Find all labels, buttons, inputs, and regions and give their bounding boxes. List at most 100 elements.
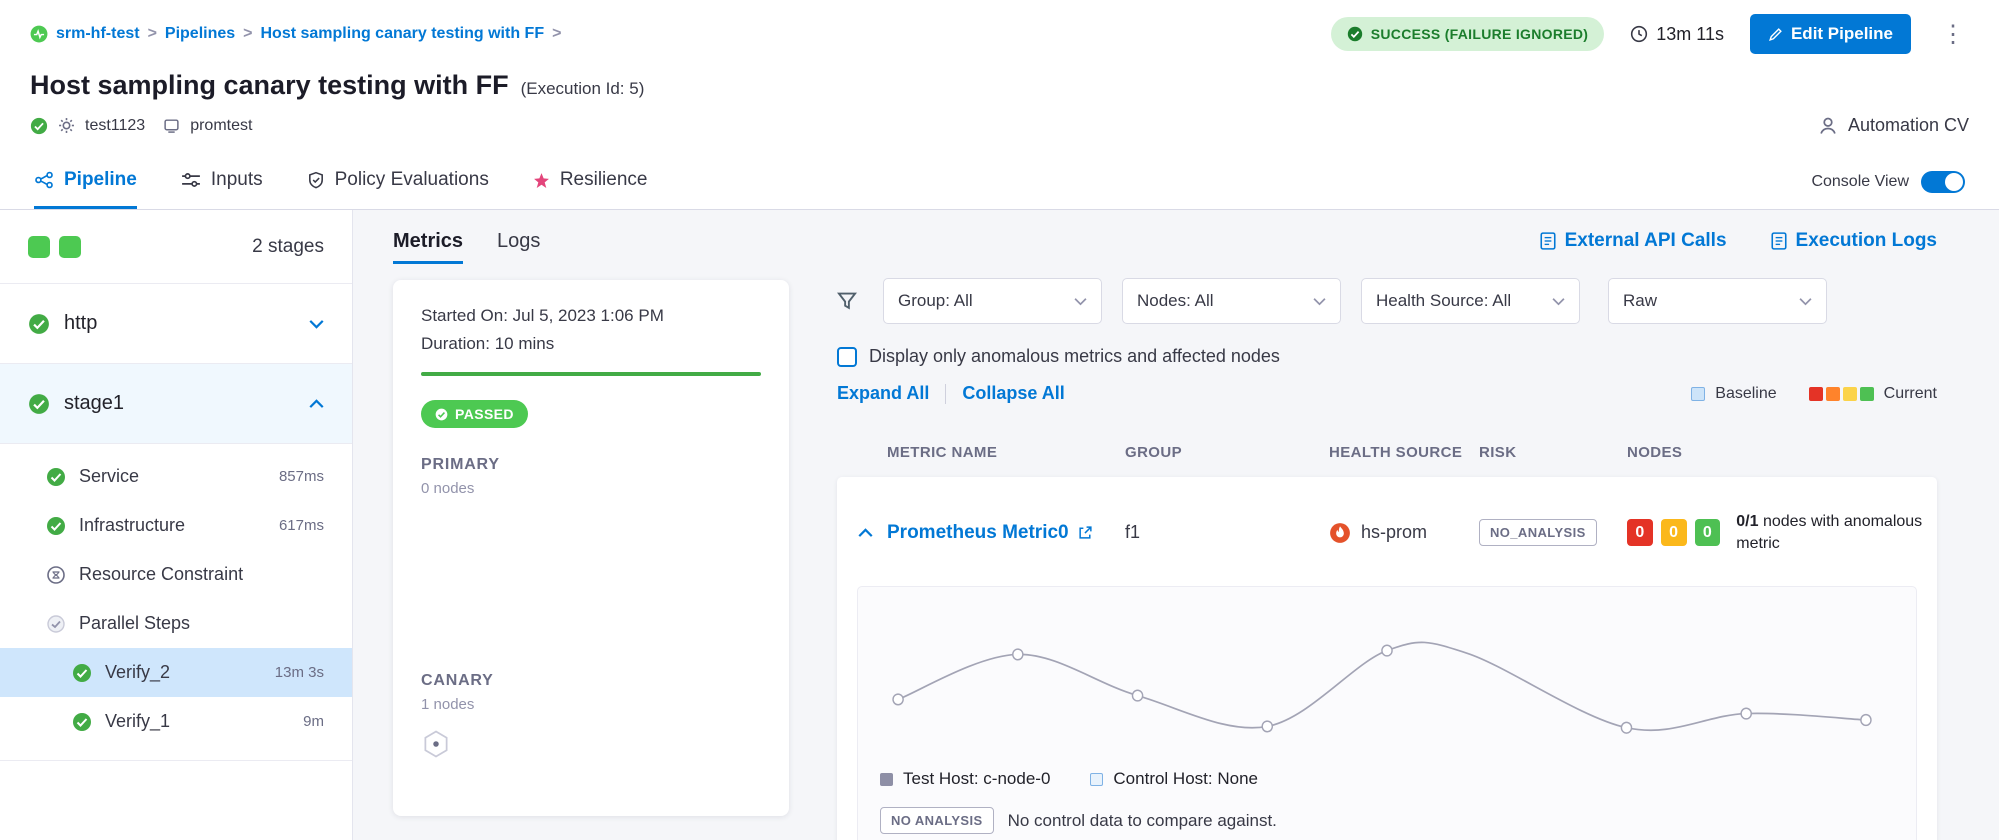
filter-funnel-icon[interactable] bbox=[837, 291, 857, 311]
step-duration: 13m 3s bbox=[275, 664, 324, 681]
stage-stage1-label: stage1 bbox=[64, 392, 124, 415]
project-icon bbox=[30, 25, 48, 43]
triggered-by: Automation CV bbox=[1818, 115, 1969, 136]
col-risk[interactable]: RISK bbox=[1479, 444, 1627, 461]
metric-health-source: hs-prom bbox=[1329, 522, 1479, 544]
console-view-label: Console View bbox=[1811, 173, 1909, 191]
success-check-icon bbox=[72, 663, 92, 683]
check-icon bbox=[435, 408, 448, 421]
baseline-label: Baseline bbox=[1715, 385, 1776, 403]
node-count-yellow: 0 bbox=[1661, 519, 1687, 546]
chevron-down-icon[interactable] bbox=[309, 319, 324, 329]
tab-pipeline[interactable]: Pipeline bbox=[34, 154, 137, 209]
collapse-all-link[interactable]: Collapse All bbox=[962, 383, 1064, 404]
metrics-table-header: METRIC NAME GROUP HEALTH SOURCE RISK NOD… bbox=[837, 444, 1937, 461]
success-check-icon bbox=[72, 712, 92, 732]
pencil-icon bbox=[1768, 27, 1783, 42]
node-count-red: 0 bbox=[1627, 519, 1653, 546]
chart-point bbox=[1382, 645, 1392, 656]
api-calls-icon bbox=[1540, 232, 1556, 250]
stage-row-stage1[interactable]: stage1 bbox=[0, 364, 352, 444]
anomalous-checkbox[interactable] bbox=[837, 347, 857, 367]
chart-point bbox=[1741, 708, 1751, 719]
step-row-resource-constraint[interactable]: Resource Constraint bbox=[0, 550, 352, 599]
tab-metrics[interactable]: Metrics bbox=[393, 230, 463, 264]
col-metric-name[interactable]: METRIC NAME bbox=[887, 444, 1125, 461]
edit-pipeline-label: Edit Pipeline bbox=[1791, 24, 1893, 44]
stage-count: 2 stages bbox=[252, 236, 324, 258]
success-check-icon bbox=[28, 313, 50, 335]
stage-summary: 2 stages bbox=[0, 210, 352, 284]
nav-tabs: Pipeline Inputs Policy Evaluations Resil… bbox=[0, 154, 1999, 210]
execution-logs-label: Execution Logs bbox=[1796, 230, 1937, 252]
collapse-metric-chevron-icon[interactable] bbox=[837, 528, 887, 538]
nodes-filter-select[interactable]: Nodes: All bbox=[1122, 278, 1341, 324]
metric-card: Prometheus Metric0 f1 hs-prom NO_ANALYSI… bbox=[837, 477, 1937, 840]
external-api-calls-link[interactable]: External API Calls bbox=[1540, 230, 1727, 252]
breadcrumb-pipelines[interactable]: Pipelines bbox=[165, 25, 235, 43]
test-host-swatch bbox=[880, 773, 893, 786]
tab-policy-evaluations[interactable]: Policy Evaluations bbox=[307, 154, 489, 209]
breadcrumb-pipeline-name[interactable]: Host sampling canary testing with FF bbox=[261, 25, 545, 43]
console-view-toggle[interactable] bbox=[1921, 171, 1965, 193]
verify-tabs: Metrics Logs bbox=[393, 230, 789, 264]
canary-nodes: 1 nodes bbox=[421, 696, 761, 713]
metric-row: Prometheus Metric0 f1 hs-prom NO_ANALYSI… bbox=[837, 511, 1937, 560]
primary-label: PRIMARY bbox=[421, 456, 761, 474]
health-source-filter-select[interactable]: Health Source: All bbox=[1361, 278, 1580, 324]
anomalous-ratio: 0/1 bbox=[1736, 513, 1758, 530]
artifact-name[interactable]: promtest bbox=[190, 117, 252, 135]
toggle-knob bbox=[1945, 173, 1963, 191]
step-label: Infrastructure bbox=[79, 515, 185, 536]
tab-policy-evaluations-label: Policy Evaluations bbox=[335, 169, 489, 191]
step-row-infrastructure[interactable]: Infrastructure 617ms bbox=[0, 501, 352, 550]
expand-all-link[interactable]: Expand All bbox=[837, 383, 929, 404]
step-label: Resource Constraint bbox=[79, 564, 243, 585]
analysis-panel: External API Calls Execution Logs Group:… bbox=[811, 210, 1999, 840]
passed-badge: PASSED bbox=[421, 400, 528, 428]
edit-pipeline-button[interactable]: Edit Pipeline bbox=[1750, 14, 1911, 54]
resource-constraint-icon bbox=[46, 565, 66, 585]
tab-logs[interactable]: Logs bbox=[497, 230, 540, 264]
step-row-verify-1[interactable]: Verify_1 9m bbox=[0, 697, 352, 746]
data-mode-value: Raw bbox=[1623, 291, 1657, 311]
tab-resilience[interactable]: Resilience bbox=[533, 154, 648, 209]
analysis-row: NO ANALYSIS No control data to compare a… bbox=[880, 807, 1894, 834]
control-host-legend: Control Host: None bbox=[1090, 769, 1258, 789]
step-label: Parallel Steps bbox=[79, 613, 190, 634]
chevron-up-icon[interactable] bbox=[309, 399, 324, 409]
col-nodes[interactable]: NODES bbox=[1627, 444, 1937, 461]
success-check-icon bbox=[46, 467, 66, 487]
col-health-source[interactable]: HEALTH SOURCE bbox=[1329, 444, 1479, 461]
expand-collapse-row: Expand All Collapse All Baseline Current bbox=[837, 383, 1937, 404]
breadcrumb-separator: > bbox=[148, 25, 157, 43]
step-row-service[interactable]: Service 857ms bbox=[0, 452, 352, 501]
success-check-icon bbox=[28, 393, 50, 415]
stage-row-http[interactable]: http bbox=[0, 284, 352, 364]
service-name[interactable]: test1123 bbox=[85, 117, 145, 135]
group-filter-select[interactable]: Group: All bbox=[883, 278, 1102, 324]
progress-bar bbox=[421, 372, 761, 376]
tab-pipeline-label: Pipeline bbox=[64, 169, 137, 191]
app-root: srm-hf-test > Pipelines > Host sampling … bbox=[0, 0, 1999, 840]
step-row-parallel-steps[interactable]: Parallel Steps bbox=[0, 599, 352, 648]
canary-node-hexagon-icon[interactable] bbox=[421, 729, 451, 759]
step-duration: 9m bbox=[303, 713, 324, 730]
step-row-verify-2[interactable]: Verify_2 13m 3s bbox=[0, 648, 352, 697]
tab-inputs[interactable]: Inputs bbox=[181, 154, 263, 209]
breadcrumb-project[interactable]: srm-hf-test bbox=[56, 25, 140, 43]
canary-label: CANARY bbox=[421, 672, 761, 690]
primary-nodes: 0 nodes bbox=[421, 480, 761, 497]
current-red-swatch bbox=[1809, 387, 1823, 401]
more-options-icon[interactable]: ⋮ bbox=[1937, 20, 1969, 49]
anomalous-text: nodes with anomalous metric bbox=[1736, 513, 1922, 552]
col-group[interactable]: GROUP bbox=[1125, 444, 1329, 461]
data-mode-select[interactable]: Raw bbox=[1608, 278, 1827, 324]
no-analysis-badge: NO ANALYSIS bbox=[880, 807, 994, 834]
filters-row: Group: All Nodes: All Health Source: All bbox=[837, 278, 1937, 324]
baseline-swatch bbox=[1691, 387, 1705, 401]
execution-logs-link[interactable]: Execution Logs bbox=[1771, 230, 1937, 252]
metric-chart[interactable] bbox=[880, 609, 1894, 759]
metric-name-link[interactable]: Prometheus Metric0 bbox=[887, 522, 1125, 544]
chevron-down-icon bbox=[1799, 297, 1812, 306]
